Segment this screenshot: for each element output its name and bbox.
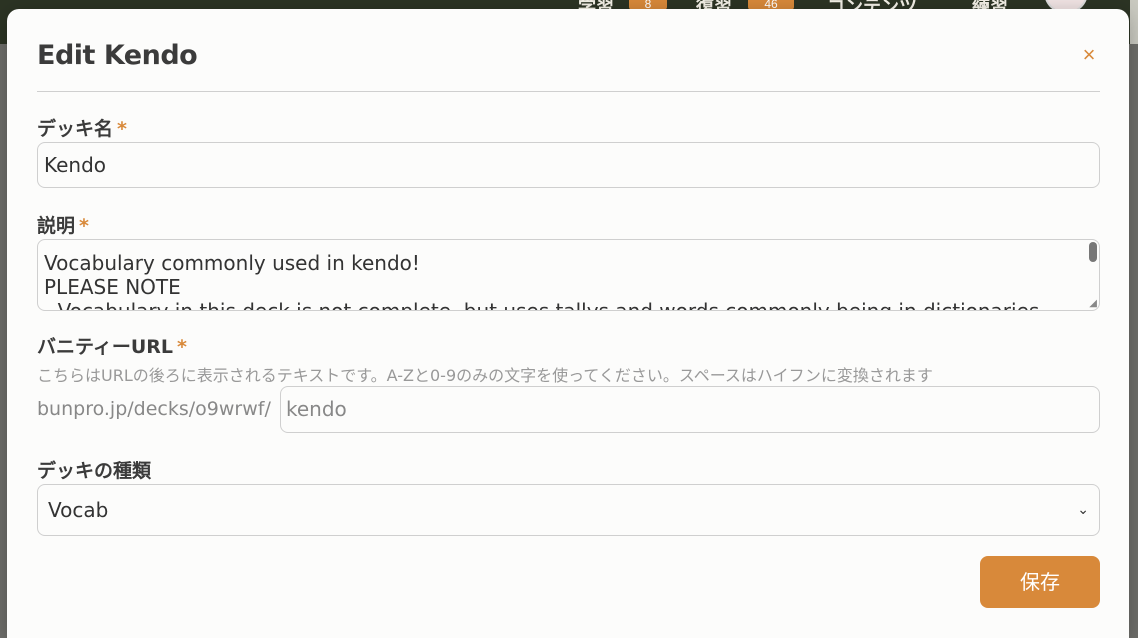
resize-handle-icon[interactable]: ◢ — [1089, 299, 1097, 309]
deck-name-label: デッキ名 * — [37, 114, 127, 141]
deck-name-label-text: デッキ名 — [37, 118, 114, 140]
vanity-url-label-text: バニティーURL — [37, 336, 174, 358]
header-divider — [37, 91, 1100, 92]
deck-type-label: デッキの種類 — [37, 460, 152, 482]
edit-deck-modal: Edit Kendo × デッキ名 * Kendo 説明 * Vocabulary … — [7, 9, 1129, 638]
vanity-url-prefix: bunpro.jp/decks/o9wrwf/ — [37, 398, 271, 420]
description-textarea[interactable]: Vocabulary commonly used in kendo! PLEAS… — [37, 239, 1100, 311]
vanity-url-hint: こちらはURLの後ろに表示されるテキストです。A-Zと0-9のみの文字を使ってく… — [37, 366, 933, 385]
textarea-scrollbar[interactable] — [1089, 242, 1097, 262]
description-line: PLEASE NOTE — [44, 275, 181, 299]
save-button[interactable]: 保存 — [980, 556, 1100, 608]
required-mark: * — [177, 336, 187, 358]
deck-type-select[interactable]: Vocab ⌄ — [37, 484, 1100, 536]
required-mark: * — [79, 215, 89, 237]
description-line: Vocabulary commonly used in kendo! — [44, 251, 420, 275]
modal-title: Edit Kendo — [37, 40, 198, 71]
background-scrollbar — [1130, 0, 1138, 44]
chevron-down-icon: ⌄ — [1077, 502, 1089, 518]
required-mark: * — [117, 118, 127, 140]
vanity-url-label: バニティーURL * — [37, 332, 187, 359]
deck-type-value: Vocab — [48, 498, 109, 522]
description-label-text: 説明 — [37, 215, 76, 237]
vanity-url-input[interactable]: kendo — [280, 386, 1100, 433]
deck-name-input[interactable]: Kendo — [37, 142, 1100, 188]
description-line: - Vocabulary in this deck is not complet… — [44, 299, 1040, 311]
description-label: 説明 * — [37, 211, 89, 238]
close-icon[interactable]: × — [1079, 44, 1099, 66]
